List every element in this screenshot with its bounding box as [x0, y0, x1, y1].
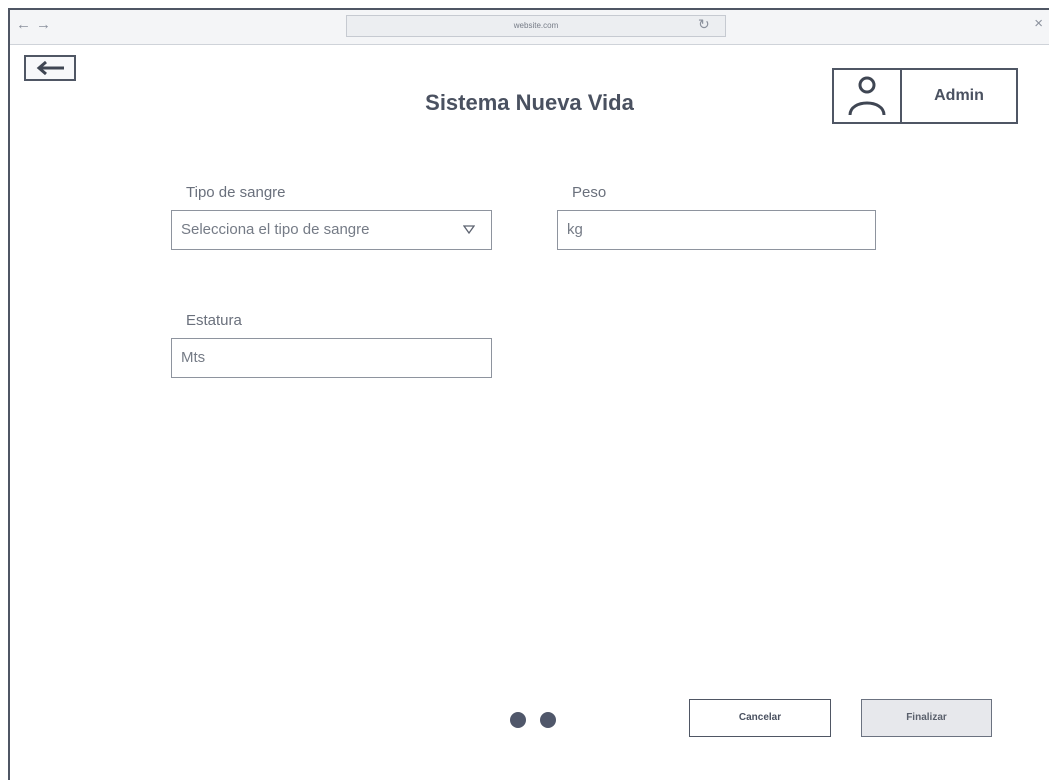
weight-input[interactable]: kg — [557, 210, 876, 250]
blood-type-label: Tipo de sangre — [186, 184, 286, 201]
browser-toolbar: ← → website.com ↻ × — [10, 10, 1049, 45]
user-name: Admin — [934, 87, 984, 104]
arrow-left-icon — [36, 61, 64, 75]
pagination-dot-1[interactable] — [510, 712, 526, 728]
blood-type-placeholder: Selecciona el tipo de sangre — [181, 221, 370, 238]
height-label: Estatura — [186, 312, 242, 329]
pagination-dot-2[interactable] — [540, 712, 556, 728]
weight-label: Peso — [572, 184, 607, 201]
avatar — [834, 70, 902, 122]
blood-type-select[interactable]: Selecciona el tipo de sangre — [171, 210, 492, 250]
height-input[interactable]: Mts — [171, 338, 492, 378]
user-icon — [848, 76, 886, 116]
browser-forward-icon[interactable]: → — [36, 16, 51, 34]
user-menu[interactable]: Admin — [832, 68, 1018, 124]
close-icon[interactable]: × — [1034, 15, 1043, 33]
app-window: ← → website.com ↻ × Sistema Nueva Vida A… — [8, 8, 1049, 780]
cancel-button[interactable]: Cancelar — [689, 699, 831, 737]
browser-back-icon[interactable]: ← — [16, 16, 31, 34]
reload-icon[interactable]: ↻ — [698, 15, 710, 33]
height-placeholder: Mts — [181, 349, 206, 366]
weight-placeholder: kg — [567, 221, 583, 238]
finish-button[interactable]: Finalizar — [861, 699, 992, 737]
back-button[interactable] — [24, 55, 76, 81]
chevron-down-icon — [463, 225, 475, 234]
address-bar[interactable]: website.com — [346, 15, 726, 37]
